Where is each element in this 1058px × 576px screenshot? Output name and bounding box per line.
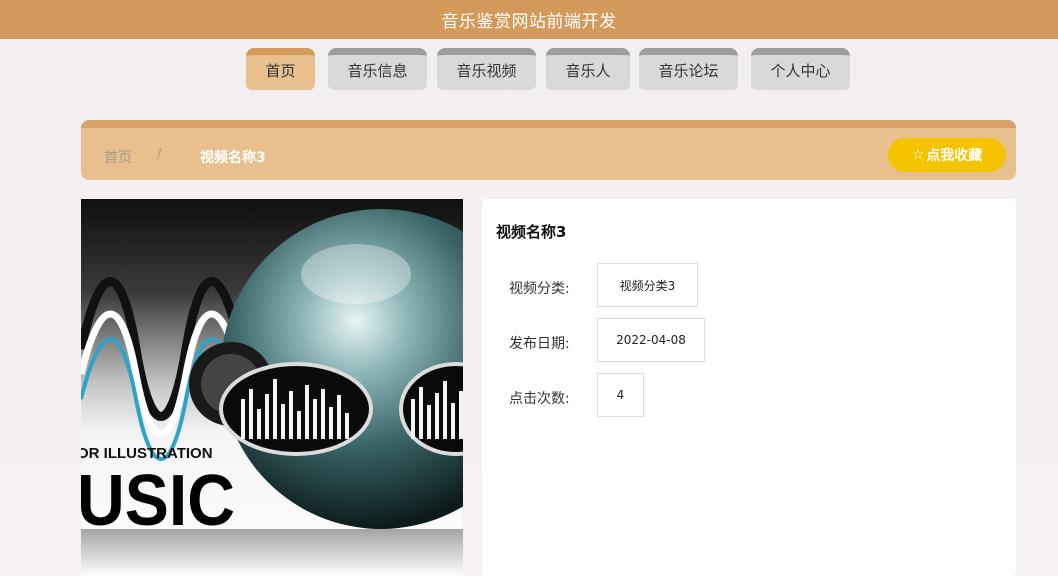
video-cover-image[interactable]: OR ILLUSTRATION USIC (81, 199, 463, 576)
publish-date-value: 2022-04-08 (597, 318, 705, 362)
music-illustration: OR ILLUSTRATION USIC (81, 209, 463, 576)
tab-label: 音乐视频 (456, 62, 517, 80)
breadcrumb-home-link[interactable]: 首页 (104, 147, 132, 167)
tab-home[interactable]: 首页 (246, 48, 315, 90)
favorite-button[interactable]: ☆ 点我收藏 (888, 138, 1006, 172)
category-label: 视频分类: (509, 281, 570, 297)
breadcrumb-separator: / (157, 147, 162, 162)
tab-label: 个人中心 (770, 62, 831, 80)
video-title: 视频名称3 (496, 223, 567, 241)
tab-label: 音乐信息 (347, 62, 408, 80)
click-count-label: 点击次数: (509, 391, 570, 407)
tab-music-info[interactable]: 音乐信息 (328, 48, 427, 90)
video-detail-panel: 视频名称3 视频分类: 视频分类3 发布日期: 2022-04-08 点击次数:… (482, 199, 1016, 576)
tab-label: 首页 (265, 62, 296, 80)
site-header: 音乐鉴赏网站前端开发 (0, 0, 1058, 39)
tab-musicians[interactable]: 音乐人 (546, 48, 630, 90)
site-title: 音乐鉴赏网站前端开发 (441, 12, 617, 32)
click-count-value: 4 (597, 373, 644, 417)
star-outline-icon: ☆ (911, 147, 925, 163)
tab-label: 音乐人 (565, 62, 611, 80)
publish-date-label: 发布日期: (509, 336, 570, 352)
image-caption-text: OR ILLUSTRATION (81, 445, 213, 462)
category-value: 视频分类3 (597, 263, 698, 307)
tab-label: 音乐论坛 (658, 62, 719, 80)
favorite-button-label: 点我收藏 (926, 148, 983, 164)
tab-music-video[interactable]: 音乐视频 (437, 48, 536, 90)
tab-personal-center[interactable]: 个人中心 (751, 48, 850, 90)
breadcrumb: 首页 / 视频名称3 ☆ 点我收藏 (81, 120, 1016, 180)
tab-music-forum[interactable]: 音乐论坛 (639, 48, 738, 90)
main-nav: 首页 音乐信息 音乐视频 音乐人 音乐论坛 个人中心 (0, 48, 1058, 90)
breadcrumb-current: 视频名称3 (200, 150, 266, 166)
